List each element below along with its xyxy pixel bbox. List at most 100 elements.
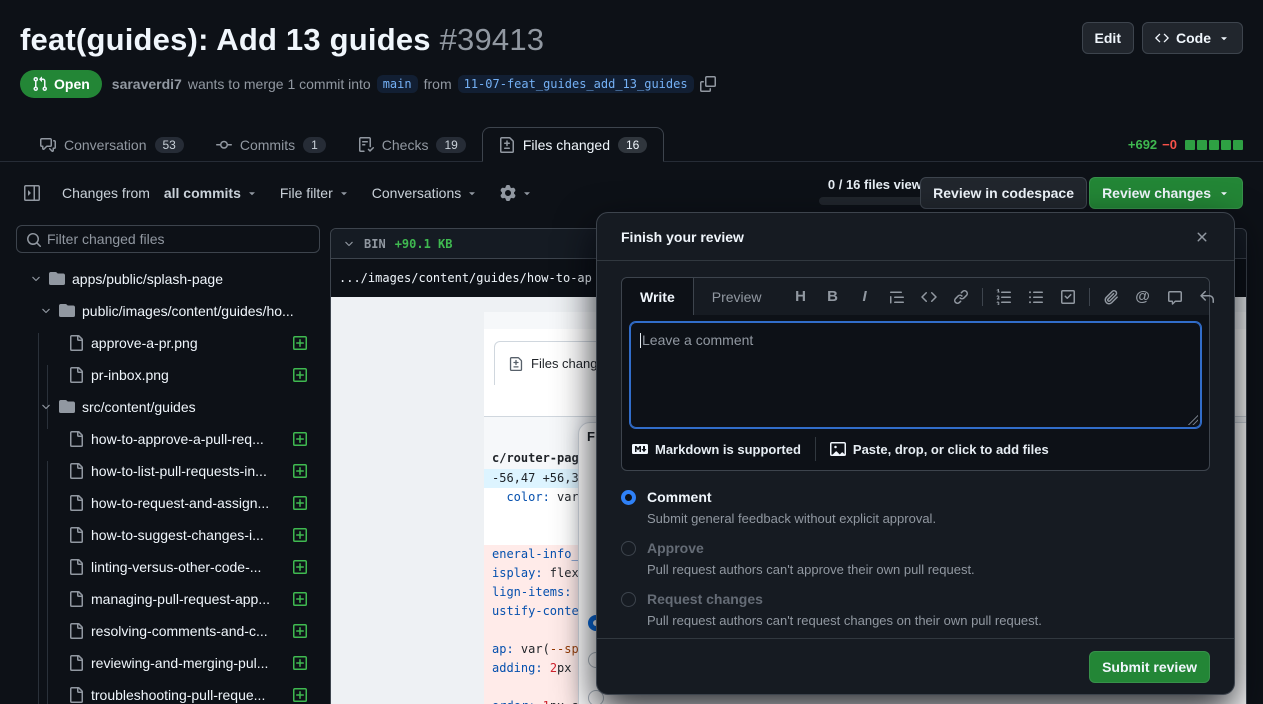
tree-file-how-to-list-pull-requests-in-[interactable]: how-to-list-pull-requests-in... (16, 455, 320, 487)
file-icon (68, 367, 84, 383)
image-icon (830, 441, 846, 457)
review-option-approve: Approve Pull request authors can't appro… (621, 540, 1210, 577)
italic-icon[interactable]: I (850, 282, 880, 312)
copy-branch-icon[interactable] (700, 76, 716, 92)
tree-file-resolving-comments-and-c-[interactable]: resolving-comments-and-c... (16, 615, 320, 647)
tree-folder-public-images-content-guides-ho-[interactable]: public/images/content/guides/ho... (16, 295, 320, 327)
comment-textarea[interactable]: Leave a comment (630, 322, 1201, 428)
mention-icon[interactable]: @ (1128, 282, 1158, 312)
changes-from-dropdown[interactable]: Changes from all commits (62, 185, 258, 201)
file-icon (68, 335, 84, 351)
reply-icon[interactable] (1192, 282, 1222, 312)
diff-added-icon (292, 687, 308, 703)
resize-handle[interactable] (1188, 415, 1198, 425)
tasklist-icon[interactable] (1053, 282, 1083, 312)
radio-request-changes (621, 592, 636, 607)
tree-folder-src-content-guides[interactable]: src/content/guides (16, 391, 320, 423)
tree-file-how-to-request-and-assign-[interactable]: how-to-request-and-assign... (16, 487, 320, 519)
chevron-down-icon[interactable] (343, 238, 355, 250)
review-in-codespace-button[interactable]: Review in codespace (920, 177, 1087, 209)
quote-icon[interactable] (882, 282, 912, 312)
comment-editor: Write Preview HBI @ Leave a comment Markd… (621, 277, 1210, 471)
heading-icon[interactable]: H (786, 282, 816, 312)
tab-count: 19 (436, 137, 465, 153)
tree-file-linting-versus-other-code-[interactable]: linting-versus-other-code-... (16, 551, 320, 583)
tree-file-how-to-suggest-changes-i-[interactable]: how-to-suggest-changes-i... (16, 519, 320, 551)
link-icon[interactable] (946, 282, 976, 312)
list-ordered-icon[interactable] (989, 282, 1019, 312)
finish-review-modal: Finish your review Write Preview HBI@ Le… (596, 212, 1235, 695)
filter-files-input[interactable] (47, 226, 313, 252)
diffstat-blocks (1185, 140, 1243, 150)
diff-added-icon (292, 431, 308, 447)
bold-icon[interactable]: B (818, 282, 848, 312)
file-diff-icon (509, 357, 523, 371)
file-filter-dropdown[interactable]: File filter (280, 185, 350, 201)
code-button[interactable]: Code (1142, 22, 1243, 54)
file-icon (68, 623, 84, 639)
attach-files-button[interactable]: Paste, drop, or click to add files (830, 441, 1049, 457)
tab-preview[interactable]: Preview (694, 278, 780, 315)
diff-added-icon (292, 335, 308, 351)
caret-down-icon (466, 187, 478, 199)
tree-file-managing-pull-request-app-[interactable]: managing-pull-request-app... (16, 583, 320, 615)
paperclip-icon[interactable] (1096, 282, 1126, 312)
code-icon[interactable] (914, 282, 944, 312)
file-tree-sidebar: apps/public/splash-pagepublic/images/con… (16, 225, 320, 704)
file-diff-icon (499, 137, 515, 153)
tab-checks[interactable]: Checks 19 (342, 127, 482, 162)
tree-file-pr-inbox-png[interactable]: pr-inbox.png (16, 359, 320, 391)
diff-added-icon (292, 655, 308, 671)
tab-write[interactable]: Write (622, 278, 694, 315)
byline: saraverdi7 wants to merge 1 commit into … (112, 75, 716, 93)
submit-review-button[interactable]: Submit review (1089, 651, 1210, 683)
caret-down-icon (246, 187, 258, 199)
list-unordered-icon[interactable] (1021, 282, 1051, 312)
tree-file-approve-a-pr-png[interactable]: approve-a-pr.png (16, 327, 320, 359)
markdown-supported-link[interactable]: Markdown is supported (632, 441, 801, 457)
gear-icon (500, 185, 516, 201)
base-branch-link[interactable]: main (377, 75, 418, 93)
review-option-request-changes: Request changes Pull request authors can… (621, 591, 1210, 628)
review-changes-button[interactable]: Review changes (1089, 177, 1243, 209)
folder-icon (59, 303, 75, 319)
markdown-icon (632, 441, 648, 457)
edit-button[interactable]: Edit (1082, 22, 1134, 54)
review-option-comment: Comment Submit general feedback without … (621, 489, 1210, 526)
diff-added-icon (292, 559, 308, 575)
binary-label: BIN (364, 237, 386, 251)
tab-conversation[interactable]: Conversation 53 (24, 127, 200, 162)
pr-tabs: Conversation 53 Commits 1 Checks 19 File… (0, 126, 1263, 162)
status-badge: Open (20, 70, 102, 98)
tree-folder-apps-public-splash-page[interactable]: apps/public/splash-page (16, 263, 320, 295)
tree-file-troubleshooting-pull-reque-[interactable]: troubleshooting-pull-reque... (16, 679, 320, 704)
close-icon[interactable] (1186, 221, 1218, 253)
file-tree: apps/public/splash-pagepublic/images/con… (16, 263, 320, 704)
diff-added-icon (292, 527, 308, 543)
radio-approve (621, 541, 636, 556)
tab-files-changed[interactable]: Files changed 16 (482, 127, 665, 162)
conversations-dropdown[interactable]: Conversations (372, 185, 479, 201)
pr-number: #39413 (440, 22, 545, 57)
folder-icon (59, 399, 75, 415)
head-branch-link[interactable]: 11-07-feat_guides_add_13_guides (458, 75, 694, 93)
radio-comment[interactable] (621, 490, 636, 505)
tab-commits[interactable]: Commits 1 (200, 127, 342, 162)
collapse-sidebar-icon[interactable] (24, 185, 40, 201)
cross-reference-icon[interactable] (1160, 282, 1190, 312)
page-title: feat(guides): Add 13 guides #39413 (20, 22, 544, 58)
caret-down-icon (521, 187, 533, 199)
review-event-options: Comment Submit general feedback without … (621, 489, 1210, 642)
pr-header: feat(guides): Add 13 guides #39413 Edit … (20, 22, 1243, 58)
pr-title-text: feat(guides): Add 13 guides (20, 22, 431, 57)
file-filter-search (16, 225, 320, 253)
checks-icon (358, 137, 374, 153)
file-icon (68, 495, 84, 511)
git-pull-request-icon (32, 76, 48, 92)
file-size-delta: +90.1 KB (395, 237, 453, 251)
diff-settings-dropdown[interactable] (500, 185, 533, 201)
file-icon (68, 687, 84, 703)
tree-file-how-to-approve-a-pull-req-[interactable]: how-to-approve-a-pull-req... (16, 423, 320, 455)
tree-file-reviewing-and-merging-pul-[interactable]: reviewing-and-merging-pul... (16, 647, 320, 679)
diff-added-icon (292, 623, 308, 639)
